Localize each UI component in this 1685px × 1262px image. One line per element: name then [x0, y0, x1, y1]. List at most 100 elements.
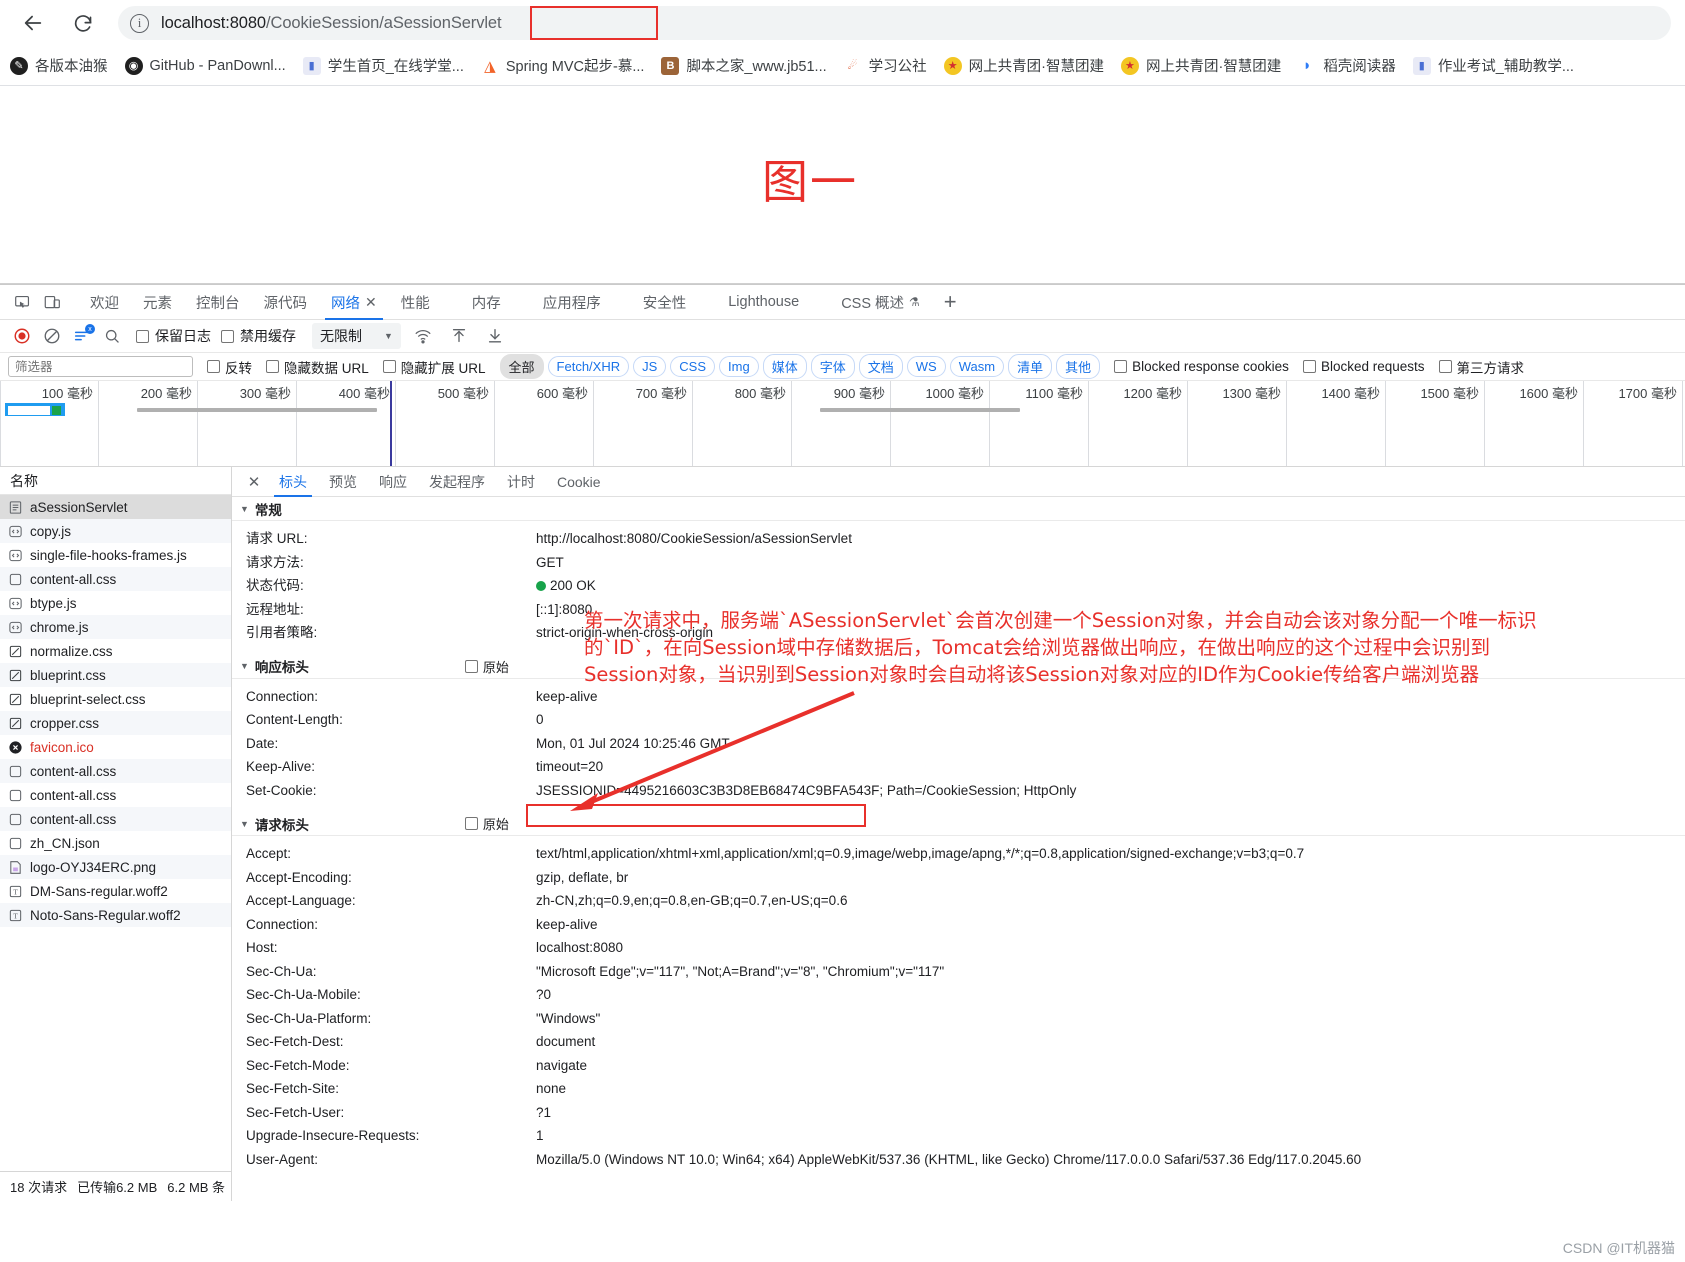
request-row-single-file-hooks-frames-js[interactable]: single-file-hooks-frames.js: [0, 543, 231, 567]
request-row-cropper-css[interactable]: cropper.css: [0, 711, 231, 735]
hide-data-urls-checkbox[interactable]: 隐藏数据 URL: [266, 357, 369, 377]
request-row-content-all-css-2[interactable]: content-all.css: [0, 759, 231, 783]
tab-performance[interactable]: 性能: [389, 285, 442, 320]
disable-cache-checkbox[interactable]: 禁用缓存: [221, 326, 296, 346]
preserve-log-checkbox[interactable]: 保留日志: [136, 326, 211, 346]
request-row-aSessionServlet[interactable]: aSessionServlet: [0, 495, 231, 519]
type-filter-manifest[interactable]: 清单: [1008, 354, 1053, 379]
request-row-content-all-css-3[interactable]: content-all.css: [0, 783, 231, 807]
back-arrow-icon[interactable]: [14, 4, 52, 42]
export-har-icon[interactable]: [481, 323, 509, 349]
checkbox-box[interactable]: [266, 360, 279, 373]
type-filter-all[interactable]: 全部: [499, 354, 544, 379]
network-conditions-icon[interactable]: [409, 323, 437, 349]
bookmark-item[interactable]: ▮ 学生首页_在线学堂...: [302, 55, 464, 76]
record-stop-icon[interactable]: [8, 323, 36, 349]
tab-lighthouse[interactable]: Lighthouse: [716, 285, 811, 320]
detail-tab-initiator[interactable]: 发起程序: [418, 467, 496, 497]
clear-icon[interactable]: [38, 323, 66, 349]
tab-sources[interactable]: 源代码: [252, 285, 320, 320]
checkbox-box[interactable]: [464, 817, 478, 830]
tab-css-overview[interactable]: CSS 概述 ⚗: [829, 285, 932, 320]
detail-tab-headers[interactable]: 标头: [268, 467, 318, 497]
type-filter-js[interactable]: JS: [633, 356, 667, 377]
request-row-chrome-js[interactable]: chrome.js: [0, 615, 231, 639]
checkbox-box[interactable]: [382, 360, 396, 373]
info-icon[interactable]: i: [130, 13, 149, 33]
type-filter-media[interactable]: 媒体: [762, 354, 807, 379]
hide-ext-urls-checkbox[interactable]: 隐藏扩展 URL: [382, 357, 486, 377]
bookmark-item[interactable]: ◮ Spring MVC起步-慕...: [481, 55, 644, 76]
tab-network[interactable]: 网络 ✕: [319, 285, 389, 320]
type-filter-wasm[interactable]: Wasm: [949, 356, 1005, 377]
bookmark-item[interactable]: ◉ GitHub - PanDownl...: [124, 56, 286, 75]
reload-icon[interactable]: [64, 4, 102, 42]
bookmark-item[interactable]: B 脚本之家_www.jb51...: [661, 55, 827, 76]
raw-toggle-response[interactable]: 原始: [464, 657, 509, 676]
type-filter-css[interactable]: CSS: [670, 356, 716, 377]
filter-input[interactable]: [8, 356, 193, 377]
inspect-icon[interactable]: [8, 289, 36, 315]
checkbox-box[interactable]: [221, 329, 234, 343]
section-request-headers-header[interactable]: ▼ 请求标头 原始: [232, 812, 1685, 836]
type-filter-img[interactable]: Img: [719, 356, 759, 377]
checkbox-box[interactable]: [207, 360, 220, 373]
bookmark-item[interactable]: ✎ 各版本油猴: [10, 55, 108, 76]
bookmark-item[interactable]: ▮ 作业考试_辅助教学...: [1412, 55, 1574, 76]
checkbox-box[interactable]: [464, 659, 478, 673]
search-icon[interactable]: [98, 323, 126, 349]
timeline-selection-line[interactable]: [390, 381, 392, 466]
checkbox-box[interactable]: [1114, 360, 1128, 373]
tab-application[interactable]: 应用程序: [531, 285, 613, 320]
type-filter-font[interactable]: 字体: [810, 354, 855, 379]
scrollbar-knob[interactable]: [52, 406, 61, 415]
tab-elements[interactable]: 元素: [131, 285, 184, 320]
close-icon[interactable]: ✕: [240, 473, 268, 491]
checkbox-box[interactable]: [136, 329, 149, 343]
type-filter-other[interactable]: 其他: [1056, 354, 1101, 379]
request-row-content-all-css-1[interactable]: content-all.css: [0, 567, 231, 591]
bookmark-item[interactable]: ★ 网上共青团·智慧团建: [1120, 55, 1281, 76]
detail-tab-timing[interactable]: 计时: [496, 467, 546, 497]
request-row-blueprint-select-css[interactable]: blueprint-select.css: [0, 687, 231, 711]
request-row-favicon-ico[interactable]: favicon.ico: [0, 735, 231, 759]
network-overview-timeline[interactable]: 100 毫秒 200 毫秒 300 毫秒 400 毫秒 500 毫秒 600 毫…: [0, 381, 1685, 467]
request-row-content-all-css-4[interactable]: content-all.css: [0, 807, 231, 831]
invert-checkbox[interactable]: 反转: [207, 357, 252, 377]
bookmark-item[interactable]: ◗ 稻壳阅读器: [1298, 55, 1396, 76]
tab-console[interactable]: 控制台: [184, 285, 252, 320]
timeline-scrollbar-handle[interactable]: [5, 403, 65, 416]
filter-icon[interactable]: x: [68, 323, 96, 349]
import-har-icon[interactable]: [445, 323, 473, 349]
request-row-logo-png[interactable]: logo-OYJ34ERC.png: [0, 855, 231, 879]
request-row-blueprint-css[interactable]: blueprint.css: [0, 663, 231, 687]
throttling-select[interactable]: 无限制 ▼: [312, 323, 401, 349]
type-filter-doc[interactable]: 文档: [858, 354, 903, 379]
add-tab-button[interactable]: +: [932, 289, 969, 315]
checkbox-box[interactable]: [1438, 360, 1452, 373]
tab-welcome[interactable]: 欢迎: [78, 285, 131, 320]
tab-memory[interactable]: 内存: [460, 285, 513, 320]
device-toolbar-icon[interactable]: [38, 289, 66, 315]
detail-tab-response[interactable]: 响应: [368, 467, 418, 497]
section-general-header[interactable]: ▼ 常规: [232, 497, 1685, 521]
blocked-requests-checkbox[interactable]: Blocked requests: [1302, 359, 1425, 374]
blocked-response-cookies-checkbox[interactable]: Blocked response cookies: [1114, 359, 1289, 374]
checkbox-box[interactable]: [1302, 360, 1316, 373]
type-filter-ws[interactable]: WS: [906, 356, 946, 377]
detail-tab-cookie[interactable]: Cookie: [546, 467, 612, 497]
request-row-noto-sans-woff2[interactable]: T Noto-Sans-Regular.woff2: [0, 903, 231, 927]
request-row-copy-js[interactable]: copy.js: [0, 519, 231, 543]
request-row-zh-cn-json[interactable]: zh_CN.json: [0, 831, 231, 855]
tab-security[interactable]: 安全性: [631, 285, 699, 320]
bookmark-item[interactable]: ☄ 学习公社: [843, 55, 927, 76]
address-bar[interactable]: i localhost:8080/CookieSession/aSessionS…: [118, 6, 1671, 40]
third-party-checkbox[interactable]: 第三方请求: [1438, 357, 1524, 377]
request-row-btype-js[interactable]: btype.js: [0, 591, 231, 615]
raw-toggle-request[interactable]: 原始: [464, 814, 509, 833]
bookmark-item[interactable]: ★ 网上共青团·智慧团建: [943, 55, 1104, 76]
detail-tab-preview[interactable]: 预览: [318, 467, 368, 497]
type-filter-fetch-xhr[interactable]: Fetch/XHR: [547, 356, 630, 377]
request-row-normalize-css[interactable]: normalize.css: [0, 639, 231, 663]
close-icon[interactable]: ✕: [365, 294, 377, 311]
